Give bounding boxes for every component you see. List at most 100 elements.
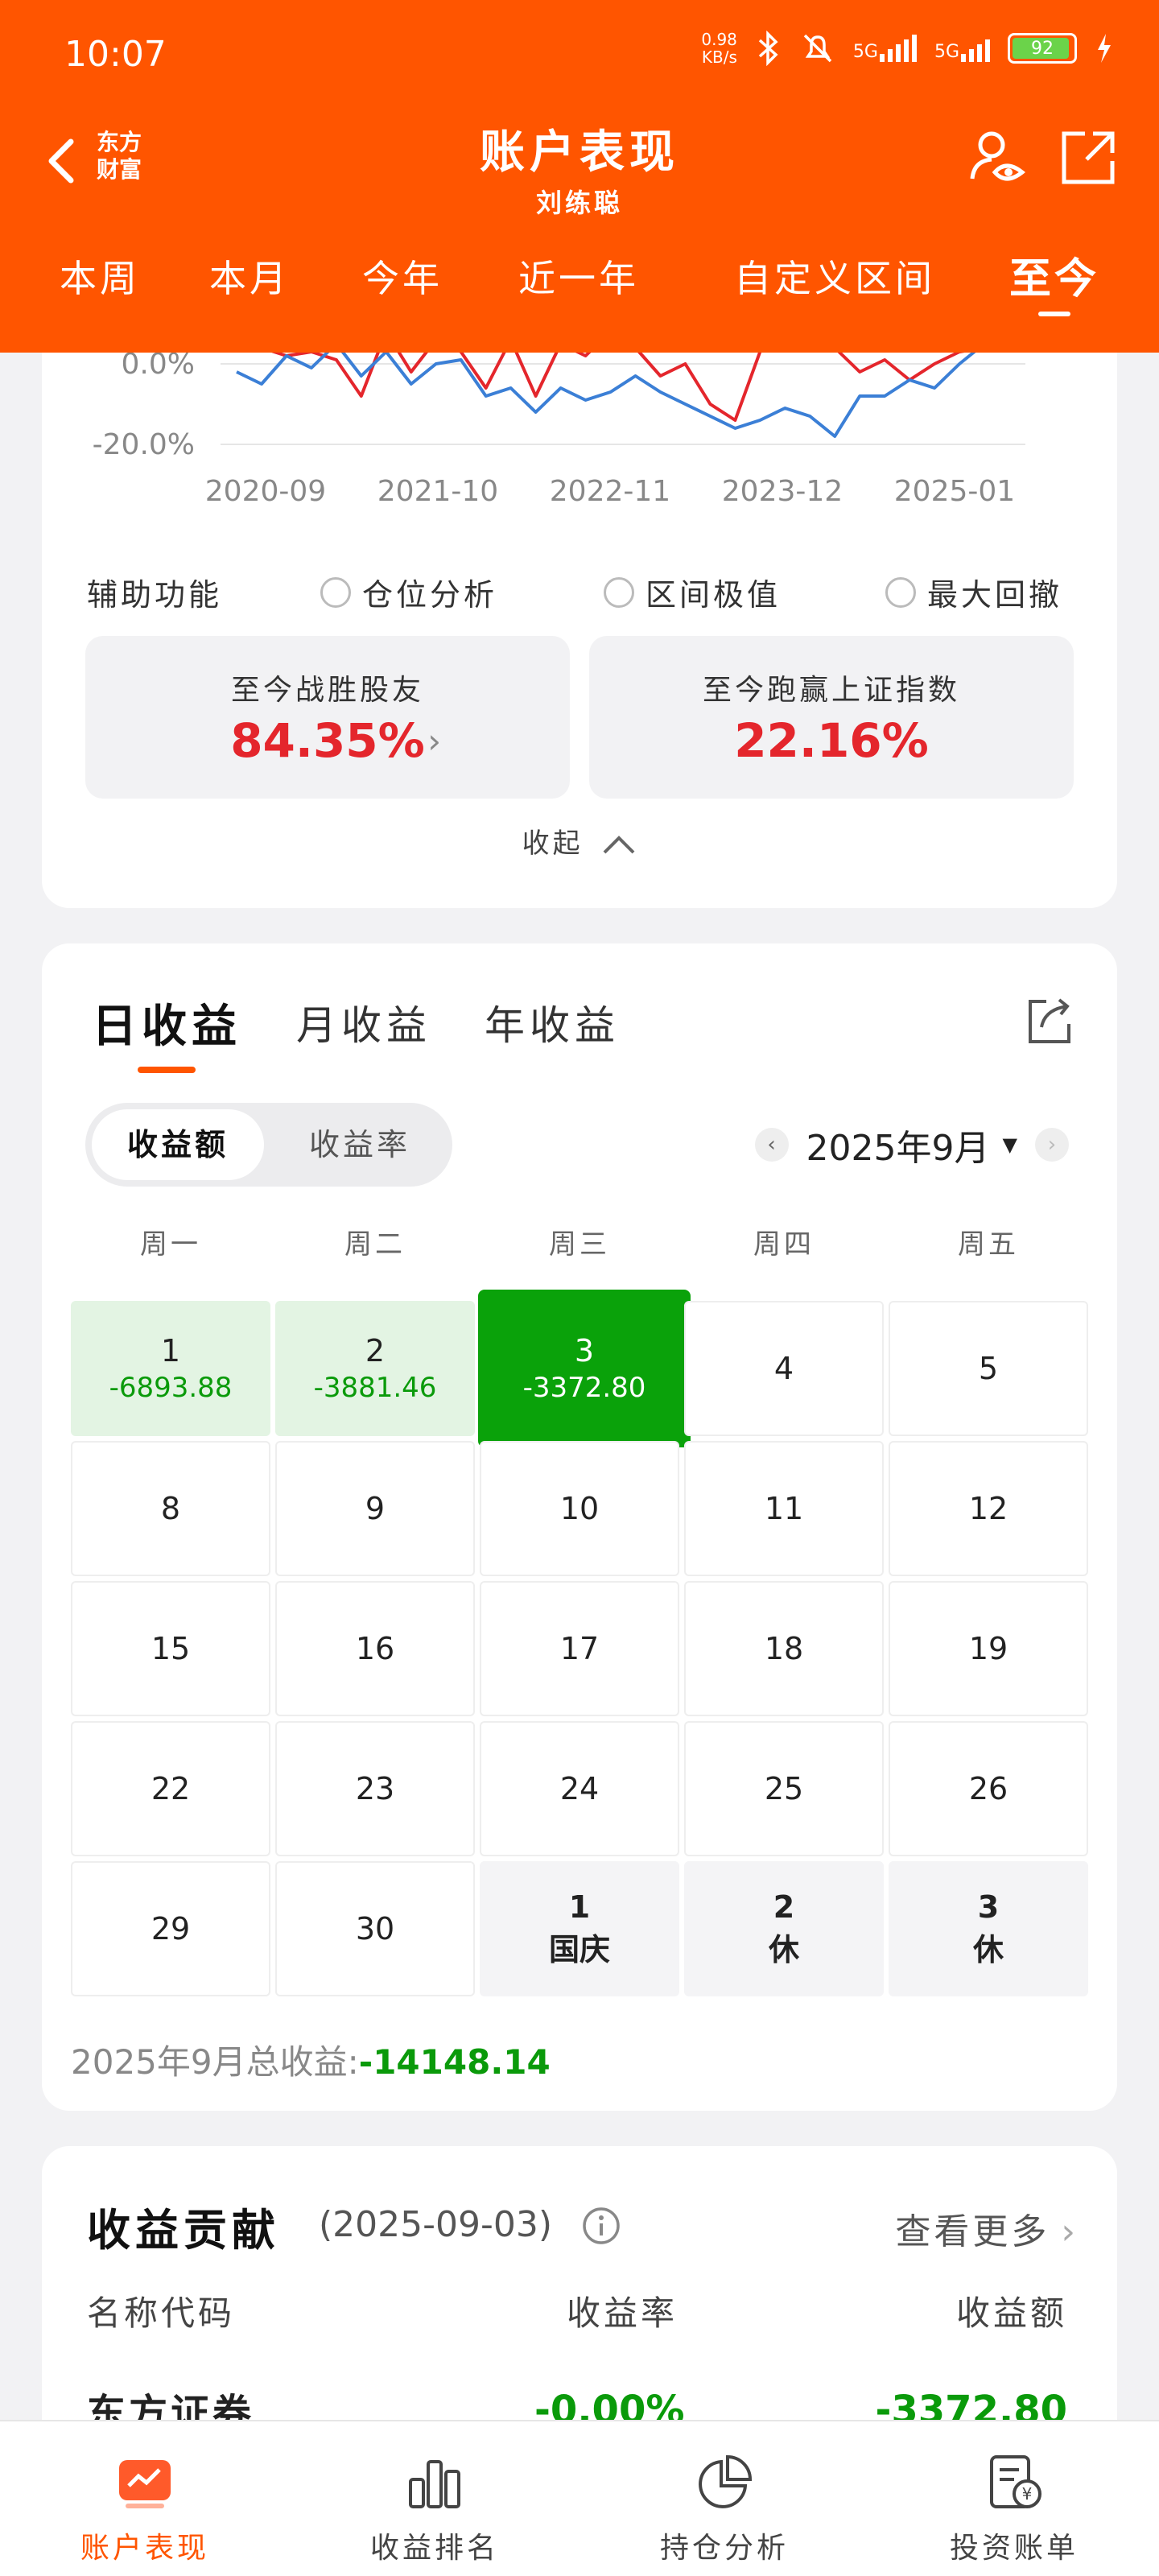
day-number: 3 bbox=[977, 1889, 1000, 1925]
aux-option-label: 最大回撤 bbox=[927, 577, 1063, 613]
aux-option-label: 区间极值 bbox=[645, 577, 782, 613]
see-more-label: 查看更多 bbox=[895, 2211, 1050, 2252]
calendar-day[interactable]: 10 bbox=[480, 1441, 679, 1576]
calendar-day[interactable]: 29 bbox=[71, 1861, 270, 1996]
aux-option-label: 仓位分析 bbox=[362, 577, 498, 613]
day-number: 9 bbox=[365, 1491, 386, 1526]
share-icon[interactable] bbox=[1058, 127, 1119, 188]
nav-investment-bill[interactable]: ¥ 投资账单 bbox=[869, 2450, 1159, 2566]
weekday: 周二 bbox=[344, 1228, 406, 1261]
tab-this-year[interactable]: 今年 bbox=[362, 250, 443, 303]
export-icon[interactable] bbox=[1024, 995, 1075, 1046]
calendar-day[interactable]: 1 -6893.88 bbox=[71, 1301, 270, 1436]
month-label[interactable]: 2025年9月 bbox=[806, 1119, 990, 1170]
stat-label: 至今跑赢上证指数 bbox=[702, 674, 960, 707]
nav-label: 持仓分析 bbox=[659, 2532, 789, 2565]
weekday: 周一 bbox=[140, 1228, 201, 1261]
tab-monthly-return[interactable]: 月收益 bbox=[296, 993, 431, 1051]
battery-level: 92 bbox=[1031, 38, 1054, 59]
privacy-eye-icon[interactable] bbox=[966, 126, 1030, 190]
calendar-day[interactable]: 26 bbox=[889, 1721, 1088, 1856]
holiday-note: 国庆 bbox=[548, 1931, 610, 1967]
tab-since-inception[interactable]: 至今 bbox=[1009, 245, 1099, 305]
day-number: 11 bbox=[764, 1491, 804, 1526]
day-number: 3 bbox=[574, 1333, 595, 1368]
chart-x-tick-label: 2025-01 bbox=[894, 475, 1015, 508]
radio-icon bbox=[604, 576, 634, 608]
calendar-day[interactable]: 3休 bbox=[889, 1861, 1088, 1996]
calendar-day[interactable]: 5 bbox=[889, 1301, 1088, 1436]
see-more-link[interactable]: 查看更多 › bbox=[895, 2202, 1079, 2254]
status-icons: 0.98 KB/s 5G 5G 92 bbox=[701, 31, 1114, 66]
prev-month-icon[interactable]: ‹ bbox=[754, 1128, 789, 1162]
calendar-day[interactable]: 8 bbox=[71, 1441, 270, 1576]
day-return-value: -6893.88 bbox=[109, 1372, 233, 1404]
beat-peers-box[interactable]: 至今战胜股友 84.35% › bbox=[85, 636, 570, 799]
battery-icon: 92 bbox=[1008, 33, 1077, 64]
calendar-day[interactable]: 30 bbox=[275, 1861, 475, 1996]
calendar-day[interactable]: 25 bbox=[684, 1721, 884, 1856]
next-month-icon[interactable]: › bbox=[1035, 1128, 1069, 1162]
chart-screen-icon bbox=[119, 2460, 171, 2508]
pie-chart-icon bbox=[699, 2454, 753, 2508]
beat-index-box: 至今跑赢上证指数 22.16% bbox=[589, 636, 1074, 799]
toggle-rate[interactable]: 收益率 bbox=[274, 1109, 446, 1180]
calendar-day[interactable]: 4 bbox=[684, 1301, 884, 1436]
calendar-day[interactable]: 15 bbox=[71, 1581, 270, 1716]
day-number: 1 bbox=[568, 1889, 591, 1925]
tab-this-month[interactable]: 本月 bbox=[209, 250, 290, 303]
calendar-day[interactable]: 3 -3372.80 bbox=[478, 1290, 691, 1447]
tab-this-week[interactable]: 本周 bbox=[60, 250, 140, 303]
day-number: 26 bbox=[968, 1771, 1008, 1806]
nav-row: 东方 财富 账户表现 刘练聪 bbox=[0, 113, 1159, 218]
signal-sim1-icon: 5G bbox=[853, 35, 917, 62]
tab-last-year[interactable]: 近一年 bbox=[518, 250, 639, 303]
tab-custom-range[interactable]: 自定义区间 bbox=[734, 250, 935, 303]
month-total-value: -14148.14 bbox=[358, 2042, 551, 2082]
toggle-amount[interactable]: 收益额 bbox=[92, 1109, 264, 1180]
info-icon[interactable] bbox=[581, 2206, 621, 2246]
calendar-day[interactable]: 23 bbox=[275, 1721, 475, 1856]
calendar-day[interactable]: 9 bbox=[275, 1441, 475, 1576]
aux-option-drawdown[interactable]: 最大回撤 bbox=[885, 570, 1062, 614]
calendar-day[interactable]: 2休 bbox=[684, 1861, 884, 1996]
radio-icon bbox=[320, 576, 351, 608]
aux-option-position[interactable]: 仓位分析 bbox=[320, 570, 497, 614]
calendar-day[interactable]: 16 bbox=[275, 1581, 475, 1716]
day-number: 29 bbox=[151, 1911, 191, 1946]
status-time: 10:07 bbox=[64, 34, 167, 75]
bar-chart-icon bbox=[409, 2460, 460, 2508]
aux-option-extreme[interactable]: 区间极值 bbox=[604, 570, 781, 614]
bottom-nav: 账户表现 收益排名 持仓分析 ¥ 投资账单 bbox=[0, 2420, 1159, 2576]
calendar-day[interactable]: 18 bbox=[684, 1581, 884, 1716]
day-number: 5 bbox=[978, 1351, 999, 1386]
nav-return-ranking[interactable]: 收益排名 bbox=[290, 2450, 580, 2566]
bluetooth-icon bbox=[758, 31, 778, 66]
calendar-day[interactable]: 11 bbox=[684, 1441, 884, 1576]
nav-account-performance[interactable]: 账户表现 bbox=[0, 2450, 290, 2566]
calendar-day[interactable]: 19 bbox=[889, 1581, 1088, 1716]
month-selector: ‹ 2025年9月 ▼ › bbox=[754, 1119, 1069, 1170]
calendar-day[interactable]: 24 bbox=[480, 1721, 679, 1856]
contribution-title: 收益贡献 bbox=[87, 2205, 280, 2256]
day-number: 22 bbox=[151, 1771, 191, 1806]
day-number: 24 bbox=[559, 1771, 600, 1806]
day-number: 23 bbox=[355, 1771, 395, 1806]
calendar-day[interactable]: 17 bbox=[480, 1581, 679, 1716]
calendar-day[interactable]: 22 bbox=[71, 1721, 270, 1856]
amount-rate-toggle: 收益额 收益率 bbox=[85, 1103, 452, 1187]
tab-daily-return[interactable]: 日收益 bbox=[92, 990, 241, 1055]
calendar-day[interactable]: 1 国庆 bbox=[480, 1861, 679, 1996]
tab-yearly-return[interactable]: 年收益 bbox=[485, 993, 620, 1051]
contribution-date: (2025-09-03) bbox=[319, 2204, 553, 2245]
calendar-day[interactable]: 2 -3881.46 bbox=[275, 1301, 475, 1436]
weekday: 周三 bbox=[549, 1228, 610, 1261]
caret-down-icon[interactable]: ▼ bbox=[1003, 1133, 1017, 1156]
calendar-day[interactable]: 12 bbox=[889, 1441, 1088, 1576]
day-number: 10 bbox=[559, 1491, 600, 1526]
nav-holding-analysis[interactable]: 持仓分析 bbox=[580, 2450, 869, 2566]
month-total: 2025年9月总收益:-14148.14 bbox=[71, 2035, 551, 2084]
performance-card: 0.0% -20.0% 2020-09 2021-10 2022-11 2023-12 20… bbox=[42, 306, 1117, 908]
collapse-button[interactable]: 收起 bbox=[42, 821, 1117, 861]
day-number: 18 bbox=[764, 1631, 804, 1666]
